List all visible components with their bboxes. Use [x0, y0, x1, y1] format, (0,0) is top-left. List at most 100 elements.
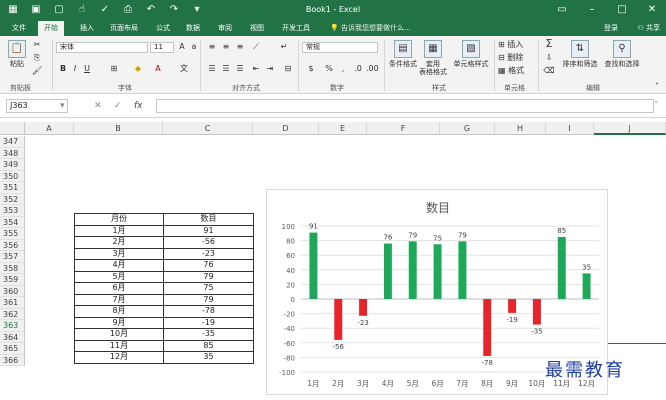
cell-styles-button[interactable]: ▧ 单元格样式: [450, 40, 492, 68]
row-header[interactable]: 355: [0, 228, 25, 240]
merge-center-icon[interactable]: ⊟: [282, 64, 294, 74]
align-center-icon[interactable]: ☰: [220, 64, 232, 74]
increase-decimal-icon[interactable]: .0: [352, 64, 364, 74]
cell-month[interactable]: 10月: [74, 328, 164, 341]
chart-bar[interactable]: [408, 241, 417, 299]
clear-icon[interactable]: ⌫: [542, 66, 556, 76]
sort-filter-button[interactable]: ⇅ 排序和筛选: [560, 40, 600, 68]
chart-bar[interactable]: [433, 244, 442, 299]
row-header[interactable]: 352: [0, 193, 25, 205]
sign-in-link[interactable]: 登录: [604, 21, 618, 36]
tab-review[interactable]: 审阅: [212, 21, 238, 36]
cell-count[interactable]: 91: [163, 224, 254, 237]
align-top-icon[interactable]: ≡: [206, 42, 218, 52]
cell-count[interactable]: 79: [163, 270, 254, 283]
cancel-icon[interactable]: ✕: [94, 99, 102, 113]
delete-cells-button[interactable]: ⊟ 删除: [498, 53, 534, 63]
row-header[interactable]: 354: [0, 216, 25, 228]
name-box-dropdown-icon[interactable]: ▾: [60, 99, 65, 113]
minimize-icon[interactable]: –: [584, 3, 600, 17]
maximize-icon[interactable]: □: [614, 3, 630, 17]
autosum-button[interactable]: Σ: [542, 38, 556, 49]
table-header-count[interactable]: 数目: [163, 213, 254, 226]
column-header-g[interactable]: G: [440, 122, 495, 135]
cell-month[interactable]: 5月: [74, 270, 164, 283]
cell-count[interactable]: 85: [163, 339, 254, 352]
cell-month[interactable]: 1月: [74, 224, 164, 237]
italic-button[interactable]: I: [70, 64, 80, 74]
cell-month[interactable]: 2月: [74, 236, 164, 249]
chart-bar[interactable]: [383, 243, 392, 299]
align-left-icon[interactable]: ☰: [206, 64, 218, 74]
row-header[interactable]: 361: [0, 297, 25, 309]
cell-month[interactable]: 4月: [74, 259, 164, 272]
name-box[interactable]: J363: [6, 99, 68, 113]
row-header[interactable]: 357: [0, 251, 25, 263]
formula-input[interactable]: [156, 99, 654, 113]
underline-button[interactable]: U: [82, 64, 92, 74]
cell-month[interactable]: 9月: [74, 316, 164, 329]
row-header[interactable]: 363: [0, 320, 25, 332]
tab-file[interactable]: 文件: [6, 21, 32, 36]
phonetic-icon[interactable]: 文: [178, 64, 190, 74]
decrease-indent-icon[interactable]: ⇤: [250, 64, 262, 74]
chart-bar[interactable]: [309, 232, 318, 299]
column-header-i[interactable]: I: [546, 122, 594, 135]
column-header-h[interactable]: H: [495, 122, 546, 135]
cell-month[interactable]: 11月: [74, 339, 164, 352]
cut-icon[interactable]: ✂: [32, 40, 42, 50]
column-header-d[interactable]: D: [253, 122, 319, 135]
enter-icon[interactable]: ✓: [114, 99, 122, 113]
number-format-select[interactable]: 常规: [302, 42, 378, 53]
tab-data[interactable]: 数据: [180, 21, 206, 36]
close-icon[interactable]: ✕: [644, 3, 660, 17]
chart-bar[interactable]: [483, 299, 492, 356]
grow-font-icon[interactable]: A: [177, 42, 187, 52]
accounting-format-icon[interactable]: $: [304, 64, 318, 74]
tab-developer[interactable]: 开发工具: [276, 21, 316, 36]
chart-bar[interactable]: [458, 241, 467, 299]
cell-month[interactable]: 6月: [74, 282, 164, 295]
row-header[interactable]: 358: [0, 262, 25, 274]
tell-me-search[interactable]: 💡 告诉我您想要做什么...: [330, 21, 411, 36]
cell-month[interactable]: 12月: [74, 351, 164, 364]
wrap-text-icon[interactable]: ↵: [278, 42, 290, 52]
column-header-c[interactable]: C: [163, 122, 253, 135]
font-size-select[interactable]: 11: [150, 42, 174, 53]
fill-icon[interactable]: ⇩: [542, 53, 556, 63]
row-header[interactable]: 365: [0, 343, 25, 355]
bold-button[interactable]: B: [58, 64, 68, 74]
insert-function-button[interactable]: fx: [134, 99, 143, 113]
chart-bar[interactable]: [582, 273, 591, 299]
format-painter-icon[interactable]: 🖌: [32, 66, 42, 76]
font-name-select[interactable]: 宋体: [56, 42, 148, 53]
shrink-font-icon[interactable]: a: [189, 42, 199, 52]
tab-home[interactable]: 开始: [38, 21, 64, 36]
select-all-corner[interactable]: [0, 122, 25, 135]
row-header[interactable]: 362: [0, 308, 25, 320]
percent-button[interactable]: %: [324, 64, 334, 74]
chart-bar[interactable]: [532, 299, 541, 325]
cell-count[interactable]: 79: [163, 293, 254, 306]
increase-indent-icon[interactable]: ⇥: [264, 64, 276, 74]
tab-view[interactable]: 视图: [244, 21, 270, 36]
cell-month[interactable]: 3月: [74, 247, 164, 260]
align-middle-icon[interactable]: ≡: [220, 42, 232, 52]
paste-button[interactable]: 📋 粘贴: [6, 40, 28, 68]
row-header[interactable]: 360: [0, 285, 25, 297]
format-cells-button[interactable]: ▦ 格式: [498, 66, 534, 76]
insert-cells-button[interactable]: ⊞ 插入: [498, 40, 534, 50]
row-header[interactable]: 349: [0, 159, 25, 171]
chart-bar[interactable]: [557, 236, 566, 299]
find-select-button[interactable]: ⚲ 查找和选择: [602, 40, 642, 68]
column-header-e[interactable]: E: [319, 122, 367, 135]
row-header[interactable]: 351: [0, 182, 25, 194]
orientation-icon[interactable]: ⟋: [250, 42, 262, 52]
column-header-a[interactable]: A: [25, 122, 74, 135]
decrease-decimal-icon[interactable]: .00: [366, 64, 379, 74]
chart-bar[interactable]: [359, 299, 368, 316]
tab-formulas[interactable]: 公式: [150, 21, 176, 36]
cell-count[interactable]: 35: [163, 351, 254, 364]
row-header[interactable]: 364: [0, 331, 25, 343]
row-header[interactable]: 347: [0, 136, 25, 148]
